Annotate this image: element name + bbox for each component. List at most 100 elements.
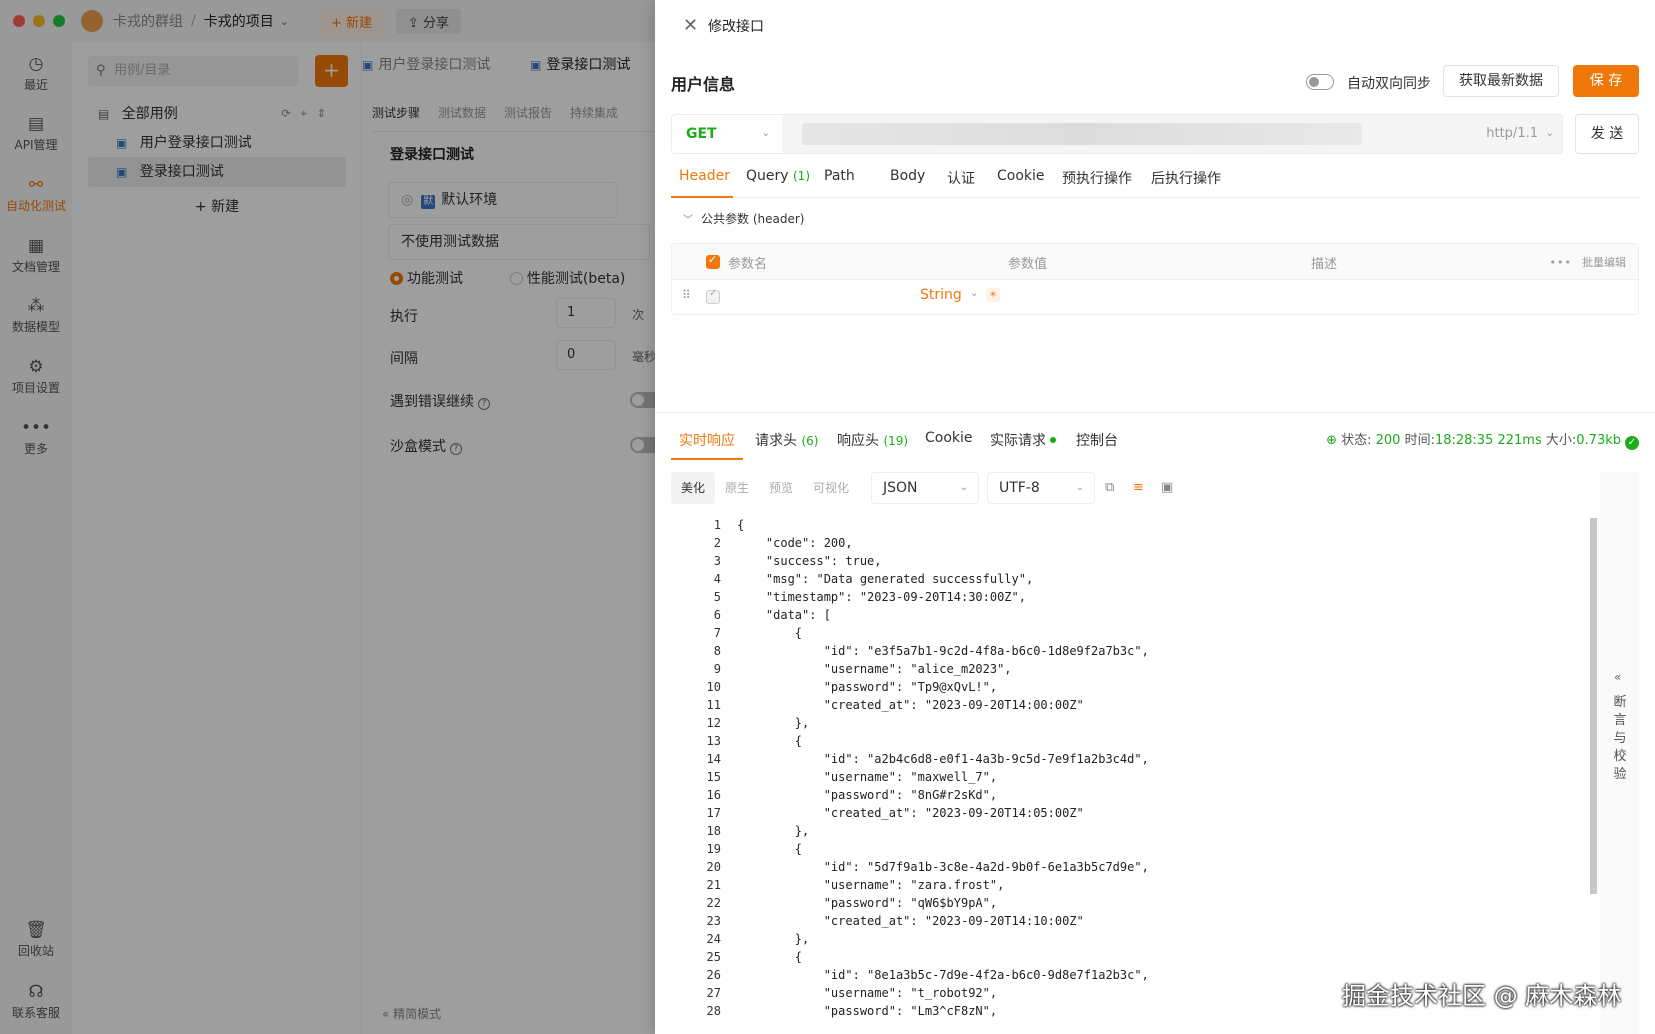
line-number: 2 xyxy=(713,536,721,550)
vertical-scrollbar[interactable] xyxy=(1590,518,1597,894)
view-visualize[interactable]: 可视化 xyxy=(803,472,859,504)
view-raw[interactable]: 原生 xyxy=(715,472,759,504)
public-params-toggle[interactable]: ﹀ 公共参数 (header) xyxy=(683,210,804,227)
copy-icon[interactable]: ⧉ xyxy=(1105,480,1114,495)
response-status: ⊕ 状态: 200 时间:18:28:35 221ms 大小:0.73kb ✓ xyxy=(1326,429,1639,450)
tab-label: 后执行操作 xyxy=(1151,171,1221,187)
col-description: 描述 xyxy=(1311,257,1338,272)
code-line: }, xyxy=(737,824,810,838)
code-line: "password": "qW6$bY9pA", xyxy=(737,896,998,910)
batch-edit-button[interactable]: ••• 批量编辑 xyxy=(1550,254,1626,270)
send-button[interactable]: 发 送 xyxy=(1575,114,1639,154)
tab-label: 认证 xyxy=(947,171,975,187)
method-select[interactable]: GET ⌄ xyxy=(672,115,782,153)
tab-label: Path xyxy=(824,168,855,184)
line-number: 14 xyxy=(706,752,721,766)
tab-label: Header xyxy=(679,168,730,184)
response-size: 0.73kb xyxy=(1576,433,1621,448)
url-bar: GET ⌄ http/1.1 ⌄ xyxy=(671,114,1563,154)
panel-divider[interactable] xyxy=(655,412,1655,413)
line-number: 3 xyxy=(713,554,721,568)
line-number: 9 xyxy=(713,662,721,676)
watermark: 掘金技术社区 @ 麻木森林 xyxy=(1342,982,1622,1010)
code-line: "msg": "Data generated successfully", xyxy=(737,572,1034,586)
params-table-header: 参数名 参数值 描述 ••• 批量编辑 xyxy=(672,244,1638,280)
param-type-select[interactable]: String xyxy=(920,287,962,303)
tab-label: 响应头 xyxy=(837,433,879,449)
chevron-left-icon: « xyxy=(1614,670,1622,684)
fetch-latest-button[interactable]: 获取最新数据 xyxy=(1443,65,1559,97)
close-icon[interactable]: ✕ xyxy=(683,15,698,36)
select-all-checkbox[interactable] xyxy=(706,253,720,269)
line-number: 5 xyxy=(713,590,721,604)
code-line: "created_at": "2023-09-20T14:10:00Z" xyxy=(737,914,1084,928)
code-line: }, xyxy=(737,716,810,730)
line-number: 16 xyxy=(706,788,721,802)
view-pretty[interactable]: 美化 xyxy=(671,472,716,504)
line-number: 20 xyxy=(706,860,721,874)
tab-label: 预执行操作 xyxy=(1062,171,1132,187)
format-select[interactable]: JSON ⌄ xyxy=(871,472,979,504)
code-line: "id": "e3f5a7b1-9c2d-4f8a-b6c0-1d8e9f2a7… xyxy=(737,644,1149,658)
tab-response-headers[interactable]: 响应头 (19) xyxy=(837,430,908,450)
tab-console[interactable]: 控制台 xyxy=(1076,430,1118,450)
view-preview[interactable]: 预览 xyxy=(759,472,803,504)
col-param-name: 参数名 xyxy=(728,257,768,272)
public-params-label: 公共参数 (header) xyxy=(701,212,805,226)
save-button[interactable]: 保 存 xyxy=(1573,65,1639,97)
chevron-down-icon: ﹀ xyxy=(683,215,693,226)
tab-body[interactable]: Body xyxy=(890,168,925,184)
code-line: "password": "Tp9@xQvL!", xyxy=(737,680,998,694)
http-version-select[interactable]: http/1.1 xyxy=(1486,115,1538,153)
auto-sync-toggle[interactable] xyxy=(1306,74,1334,90)
code-line: "created_at": "2023-09-20T14:00:00Z" xyxy=(737,698,1084,712)
tab-count: (6) xyxy=(801,434,819,448)
code-content: { "code": 200, "success": true, "msg": "… xyxy=(737,516,1149,1020)
tab-cookie[interactable]: Cookie xyxy=(925,430,973,446)
tab-actual-request[interactable]: 实际请求 xyxy=(990,430,1056,450)
chevron-down-icon: ⌄ xyxy=(970,288,979,299)
tab-live-response[interactable]: 实时响应 xyxy=(679,430,735,450)
save-file-icon[interactable]: ▣ xyxy=(1161,480,1173,495)
drag-handle-icon[interactable]: ⠿ xyxy=(682,288,691,302)
line-number: 11 xyxy=(706,698,721,712)
check-icon: ✓ xyxy=(1625,436,1639,450)
line-number: 22 xyxy=(706,896,721,910)
code-line: "username": "maxwell_7", xyxy=(737,770,998,784)
tab-path[interactable]: Path xyxy=(824,168,855,184)
modal-overlay[interactable] xyxy=(0,0,655,1034)
params-table: 参数名 参数值 描述 ••• 批量编辑 ⠿ String ⌄ * xyxy=(671,243,1639,315)
wrap-lines-icon[interactable]: ≡ xyxy=(1133,480,1144,495)
tab-post-script[interactable]: 后执行操作 xyxy=(1151,168,1221,188)
tab-query[interactable]: Query (1) xyxy=(746,168,810,184)
chevron-down-icon: ⌄ xyxy=(761,128,770,139)
request-tabs: Header Query (1) Path Body 认证 Cookie 预执行… xyxy=(671,158,1639,198)
line-number: 26 xyxy=(706,968,721,982)
response-body[interactable]: 1 2 3 4 5 6 7 8 9 10 11 12 13 14 15 16 17 18 19 20 21 22 23 24 2… xyxy=(671,516,1563,1026)
line-number: 24 xyxy=(706,932,721,946)
encoding-select[interactable]: UTF-8 ⌄ xyxy=(987,472,1095,504)
tab-label: Cookie xyxy=(997,168,1045,184)
tab-cookie[interactable]: Cookie xyxy=(997,168,1045,184)
chevron-down-icon: ⌄ xyxy=(1075,482,1084,493)
tab-label: 实时响应 xyxy=(679,433,735,449)
code-line: { xyxy=(737,626,803,640)
assertion-panel[interactable]: « 断言与校验 xyxy=(1600,472,1639,1034)
line-number: 4 xyxy=(713,572,721,586)
url-input[interactable] xyxy=(802,123,1362,145)
tab-auth[interactable]: 认证 xyxy=(947,168,975,188)
tab-header[interactable]: Header xyxy=(679,168,730,184)
required-toggle[interactable]: * xyxy=(986,288,1000,303)
endpoint-name[interactable]: 用户信息 xyxy=(671,71,735,95)
more-icon: ••• xyxy=(1549,256,1572,269)
globe-icon: ⊕ xyxy=(1326,433,1338,448)
line-number: 7 xyxy=(713,626,721,640)
tab-request-headers[interactable]: 请求头 (6) xyxy=(755,430,818,450)
code-line: "id": "5d7f9a1b-3c8e-4a2d-9b0f-6e1a3b5c7… xyxy=(737,860,1149,874)
code-line: { xyxy=(737,518,745,532)
row-checkbox[interactable] xyxy=(706,288,720,304)
code-line: "code": 200, xyxy=(737,536,853,550)
tab-pre-script[interactable]: 预执行操作 xyxy=(1062,168,1132,188)
tab-label: 实际请求 xyxy=(990,433,1046,449)
line-number: 28 xyxy=(706,1004,721,1018)
